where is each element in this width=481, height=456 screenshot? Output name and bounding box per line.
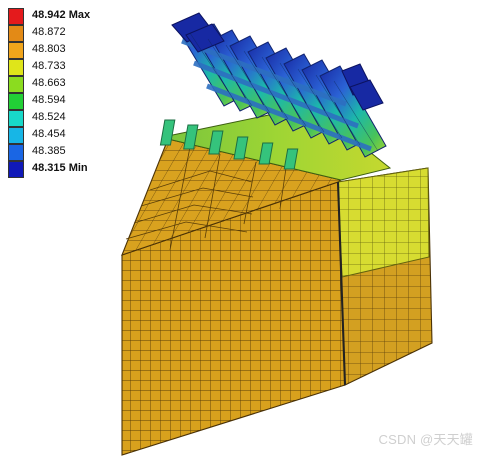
- right-side-upper-mesh: [337, 167, 430, 278]
- simulation-viewport[interactable]: 48.942 Max 48.872 48.803 48.733 48.663 4…: [0, 0, 481, 456]
- fea-model-render[interactable]: [0, 0, 481, 456]
- watermark-text: CSDN @天天罐: [378, 432, 473, 447]
